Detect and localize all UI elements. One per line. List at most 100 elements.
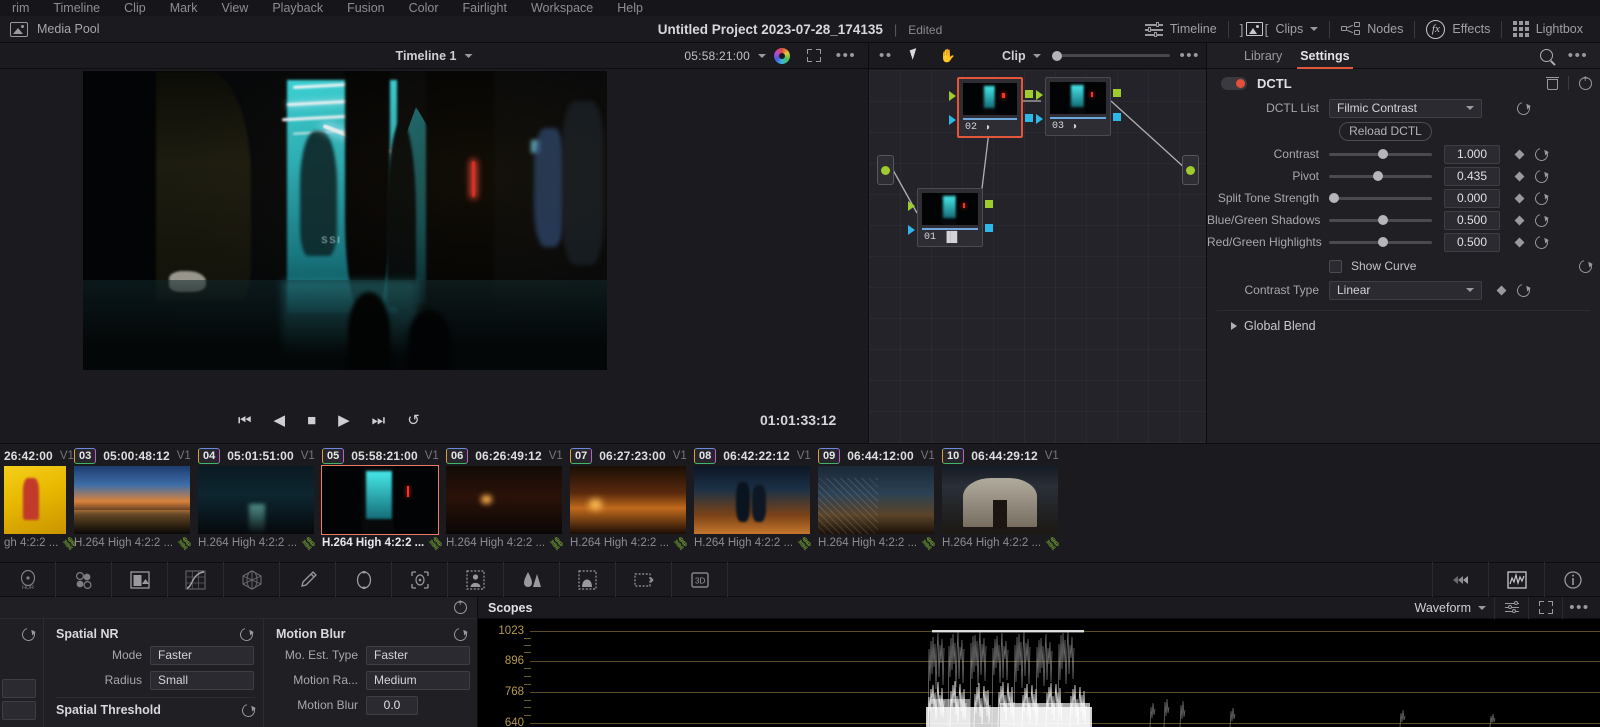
- spatial-nr-mode-dropdown[interactable]: Faster: [150, 645, 254, 665]
- inspector-options-button[interactable]: •••: [1562, 48, 1594, 63]
- keyframe-icon[interactable]: [1514, 171, 1525, 181]
- node-source[interactable]: [877, 155, 894, 185]
- info-icon[interactable]: [1544, 562, 1600, 597]
- waveform-scope[interactable]: 1023 896 768 640: [478, 619, 1600, 727]
- node-01-output-key[interactable]: [985, 224, 993, 232]
- delete-icon[interactable]: [1546, 76, 1559, 90]
- keyframe-icon[interactable]: [1514, 149, 1525, 159]
- menu-item-fusion[interactable]: Fusion: [335, 1, 397, 16]
- menu-item-trim[interactable]: rim: [0, 1, 41, 16]
- scopes-icon[interactable]: [1488, 562, 1544, 597]
- power-window-icon[interactable]: [336, 562, 392, 597]
- stills-icon[interactable]: [1432, 562, 1488, 597]
- keyframe-icon[interactable]: [1514, 215, 1525, 225]
- curves-icon[interactable]: [168, 562, 224, 597]
- pivot-slider[interactable]: [1329, 170, 1432, 181]
- effects-toggle-button[interactable]: fx Effects: [1415, 16, 1501, 43]
- clip-thumbnail-selected[interactable]: [321, 465, 439, 535]
- stop-button[interactable]: ■: [307, 413, 316, 428]
- reset-icon[interactable]: [239, 701, 258, 719]
- mo-est-type-dropdown[interactable]: Faster: [366, 645, 470, 665]
- chevron-down-icon[interactable]: [1032, 53, 1041, 58]
- clip-thumbnail[interactable]: [570, 466, 686, 534]
- timeline-toggle-button[interactable]: Timeline: [1134, 16, 1228, 43]
- node-canvas[interactable]: 02 ◑ 03 ◑ 01 ▐█: [869, 70, 1207, 443]
- pivot-value[interactable]: 0.435: [1444, 166, 1500, 186]
- reset-icon[interactable]: [1532, 189, 1551, 207]
- menu-item-view[interactable]: View: [209, 1, 260, 16]
- node-02-output-key[interactable]: [1025, 114, 1033, 122]
- magic-mask-icon[interactable]: [448, 562, 504, 597]
- filmstrip-clip-04[interactable]: 04 05:01:51:00 V1 H.264 High 4:2:2 ... ⛓: [194, 444, 319, 563]
- filmstrip-clip-09[interactable]: 09 06:44:12:00 V1 H.264 High 4:2:2 ... ⛓: [814, 444, 939, 563]
- filmstrip-clip-07[interactable]: 07 06:27:23:00 V1 H.264 High 4:2:2 ... ⛓: [566, 444, 691, 563]
- sizing-icon[interactable]: [616, 562, 672, 597]
- split-tone-strength-value[interactable]: 0.000: [1444, 188, 1500, 208]
- filmstrip-clip-05[interactable]: 05 05:58:21:00 V1 H.264 High 4:2:2 ... ⛓: [318, 444, 446, 563]
- lightbox-toggle-button[interactable]: Lightbox: [1502, 16, 1594, 43]
- menu-item-help[interactable]: Help: [605, 1, 655, 16]
- menu-item-workspace[interactable]: Workspace: [519, 1, 605, 16]
- keyframe-icon[interactable]: [1496, 285, 1507, 295]
- reset-icon[interactable]: [1532, 233, 1551, 251]
- clips-filmstrip[interactable]: 26:42:00 V1 gh 4:2:2 ... ⛓ 03 05:00:48:1…: [0, 443, 1600, 562]
- tracker-icon[interactable]: [392, 562, 448, 597]
- jump-to-start-button[interactable]: ⏮: [238, 413, 252, 428]
- primaries-bars-icon[interactable]: [56, 562, 112, 597]
- clip-thumbnail[interactable]: [198, 466, 314, 534]
- node-01-input-key[interactable]: [908, 225, 915, 235]
- tab-settings[interactable]: Settings: [1291, 43, 1358, 69]
- timecode-chevron-down-icon[interactable]: [758, 53, 766, 58]
- node-01-output-rgb[interactable]: [985, 200, 993, 208]
- menu-item-timeline[interactable]: Timeline: [41, 1, 112, 16]
- clip-thumbnail[interactable]: [694, 466, 810, 534]
- reset-icon[interactable]: [19, 625, 38, 644]
- node-03[interactable]: 03 ◑: [1036, 77, 1121, 136]
- reset-icon[interactable]: [1532, 145, 1551, 163]
- scope-expand-button[interactable]: [1528, 596, 1562, 619]
- filmstrip-clip-03[interactable]: 03 05:00:48:12 V1 H.264 High 4:2:2 ... ⛓: [70, 444, 195, 563]
- hand-tool-icon[interactable]: ✋: [940, 48, 956, 64]
- jump-to-end-button[interactable]: ⏭: [372, 413, 386, 428]
- keyframe-icon[interactable]: [1514, 237, 1525, 247]
- nodes-toggle-button[interactable]: Nodes: [1330, 16, 1414, 43]
- dctl-list-dropdown[interactable]: Filmic Contrast: [1329, 98, 1482, 118]
- rgb-mixer-icon[interactable]: [112, 562, 168, 597]
- dctl-enable-toggle[interactable]: [1221, 76, 1247, 90]
- blue-green-shadows-slider[interactable]: [1329, 214, 1432, 225]
- temporal-dropdown-1[interactable]: [2, 679, 36, 698]
- node-options-button[interactable]: •••: [1179, 47, 1200, 65]
- show-curve-checkbox[interactable]: [1329, 259, 1342, 273]
- node-02[interactable]: 02 ◑: [949, 77, 1033, 138]
- node-03-output-rgb[interactable]: [1113, 89, 1121, 97]
- reset-icon[interactable]: [1514, 99, 1533, 117]
- global-blend-section[interactable]: Global Blend: [1217, 310, 1590, 340]
- cursor-tool-icon[interactable]: [911, 49, 922, 63]
- node-03-input-rgb[interactable]: [1036, 90, 1043, 100]
- menu-item-color[interactable]: Color: [397, 1, 451, 16]
- reset-all-icon[interactable]: [454, 598, 467, 614]
- clip-thumbnail[interactable]: [446, 466, 562, 534]
- motion-blur-amount-value[interactable]: 0.0: [366, 695, 418, 715]
- media-pool-button[interactable]: Media Pool: [0, 21, 100, 37]
- menu-item-mark[interactable]: Mark: [158, 1, 210, 16]
- node-01-input-rgb[interactable]: [908, 201, 915, 211]
- node-zoom-slider[interactable]: [1051, 50, 1170, 61]
- node-mode-selector[interactable]: Clip: [1002, 49, 1170, 63]
- scope-settings-button[interactable]: [1494, 596, 1528, 619]
- timeline-selector[interactable]: Timeline 1: [396, 49, 473, 63]
- filmstrip-clip-08[interactable]: 08 06:42:22:12 V1 H.264 High 4:2:2 ... ⛓: [690, 444, 815, 563]
- contrast-value[interactable]: 1.000: [1444, 144, 1500, 164]
- color-wheel-button[interactable]: [766, 43, 798, 69]
- reload-dctl-button[interactable]: Reload DCTL: [1339, 121, 1432, 141]
- filmstrip-clip-partial[interactable]: 26:42:00 V1 gh 4:2:2 ... ⛓: [0, 444, 80, 563]
- menu-item-playback[interactable]: Playback: [260, 1, 335, 16]
- clip-thumbnail[interactable]: [942, 466, 1058, 534]
- clips-toggle-button[interactable]: ][ Clips: [1229, 16, 1330, 43]
- loop-button[interactable]: ↺: [407, 413, 420, 428]
- node-01[interactable]: 01 ▐█: [908, 188, 993, 247]
- contrast-type-dropdown[interactable]: Linear: [1329, 280, 1482, 300]
- keyframe-icon[interactable]: [1514, 193, 1525, 203]
- scope-options-button[interactable]: •••: [1562, 596, 1596, 619]
- hdr-wheels-icon[interactable]: HDR: [0, 562, 56, 597]
